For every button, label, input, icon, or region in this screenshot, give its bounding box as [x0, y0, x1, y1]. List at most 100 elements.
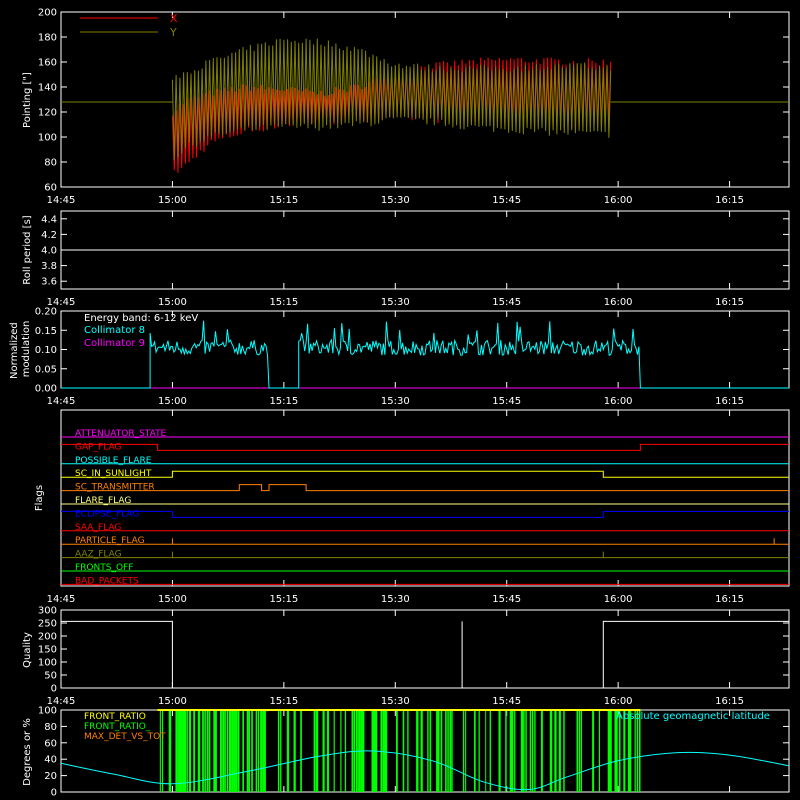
y-tick-label: 120	[38, 108, 57, 119]
front-ratio-bar	[168, 710, 172, 792]
geolat-annotation: Absolute geomagnetic latitude	[616, 711, 770, 722]
front-ratio-bar	[610, 710, 612, 792]
front-ratio-bar	[523, 710, 525, 792]
front-ratio-bar	[447, 710, 449, 792]
y-tick-label: 0.10	[35, 345, 57, 356]
front-ratio-bar	[215, 710, 217, 792]
x-tick-label: 15:00	[158, 396, 187, 407]
front-ratio-bar	[449, 710, 452, 792]
y-tick-label: 3.6	[41, 277, 57, 288]
front-ratio-bar	[396, 710, 398, 792]
x-tick-label: 15:00	[158, 297, 187, 308]
front-ratio-bar	[489, 710, 491, 792]
front-ratio-bar	[592, 710, 595, 792]
x-tick-label: 16:15	[715, 297, 744, 308]
front-ratio-bar	[235, 710, 238, 792]
y-tick-label: 4.4	[41, 214, 57, 225]
front-ratio-bar	[451, 710, 453, 792]
x-tick-label: 15:00	[158, 696, 187, 707]
x-tick-label: 16:00	[604, 396, 633, 407]
front-ratio-bar	[436, 710, 439, 792]
front-ratio-bar	[246, 710, 249, 792]
front-ratio-bar	[237, 710, 240, 792]
y-tick-label: 200	[38, 632, 57, 643]
y-tick-label: 3.8	[41, 261, 57, 272]
front-ratio-bar	[228, 710, 232, 792]
x-tick-label: 15:15	[269, 195, 298, 206]
legend-front-ratio: FRONT_RATIO	[84, 712, 146, 722]
front-ratio-bar	[598, 710, 600, 792]
front-ratio-bar	[184, 710, 187, 792]
front-ratio-bar	[226, 710, 229, 792]
x-tick-label: 14:45	[47, 195, 76, 206]
front-ratio-bar	[462, 710, 465, 792]
front-ratio-bar	[179, 710, 183, 792]
y-tick-label: 20	[44, 771, 57, 782]
front-ratio-bar	[188, 710, 191, 792]
front-ratio-bar	[549, 710, 553, 792]
front-ratio-bar	[614, 710, 617, 792]
modulation-ylabel-line1: Normalized	[9, 322, 20, 379]
front-ratio-bar	[578, 710, 581, 792]
front-ratio-bar	[563, 710, 565, 792]
front-ratio-bar	[402, 710, 405, 792]
x-tick-label: 16:15	[715, 396, 744, 407]
front-ratio-bar	[251, 710, 253, 792]
front-ratio-bar	[581, 710, 582, 792]
front-ratio-bar	[638, 710, 641, 792]
legend-collimator9: Collimator 9	[84, 338, 145, 349]
front-ratio-bar	[529, 710, 532, 792]
y-tick-label: 140	[38, 83, 57, 94]
front-ratio-bar	[634, 710, 636, 792]
front-ratio-bar	[630, 710, 632, 792]
legend-x: X	[170, 12, 178, 25]
front-ratio-bar	[159, 710, 161, 792]
front-ratio-bar	[300, 710, 302, 792]
front-ratio-bar	[505, 710, 507, 792]
x-tick-label: 15:45	[492, 696, 521, 707]
flags-ylabel: Flags	[34, 485, 45, 511]
y-tick-label: 50	[44, 671, 57, 682]
front-ratio-bar	[627, 710, 631, 792]
x-tick-label: 15:15	[269, 594, 298, 605]
x-tick-label: 15:45	[492, 195, 521, 206]
front-ratio-bar	[485, 710, 487, 792]
y-tick-label: 60	[44, 183, 57, 194]
front-ratio-bar	[293, 710, 296, 792]
y-tick-label: 4.0	[41, 246, 57, 257]
front-ratio-bar	[429, 710, 432, 792]
y-tick-label: 0.00	[35, 384, 57, 395]
y-tick-label: 4.2	[41, 230, 57, 241]
front-ratio-bar	[315, 710, 319, 792]
legend-front-ratio-2: FRONT_RATIO_	[84, 722, 151, 732]
y-tick-label: 80	[44, 722, 57, 733]
x-tick-label: 15:30	[381, 297, 410, 308]
y-tick-label: 40	[44, 755, 57, 766]
front-ratio-bar	[509, 710, 513, 792]
y-tick-label: 0.20	[35, 307, 57, 318]
front-ratio-bar	[186, 710, 188, 792]
front-ratio-bar	[514, 710, 516, 792]
front-ratio-bar	[427, 710, 429, 792]
front-ratio-bar	[623, 710, 626, 792]
quality-ylabel: Quality	[22, 632, 33, 668]
front-ratio-bar	[498, 710, 501, 792]
front-ratio-bar	[554, 710, 557, 792]
pointing-ylabel: Pointing ["]	[22, 72, 33, 128]
x-tick-label: 15:45	[492, 594, 521, 605]
energy-band-annotation: Energy band: 6-12 keV	[84, 313, 198, 324]
front-ratio-bar	[280, 710, 282, 792]
front-ratio-bar	[313, 710, 316, 792]
front-ratio-bar	[440, 710, 443, 792]
y-tick-label: 150	[38, 645, 57, 656]
y-tick-label: 0.15	[35, 326, 57, 337]
x-tick-label: 15:45	[492, 297, 521, 308]
front-ratio-bar	[322, 710, 325, 792]
x-tick-label: 14:45	[47, 594, 76, 605]
front-ratio-bar	[224, 710, 226, 792]
x-tick-label: 15:15	[269, 396, 298, 407]
front-ratio-bar	[445, 710, 447, 792]
y-tick-label: 0.05	[35, 364, 57, 375]
x-tick-label: 16:00	[604, 195, 633, 206]
front-ratio-bar	[407, 710, 409, 792]
